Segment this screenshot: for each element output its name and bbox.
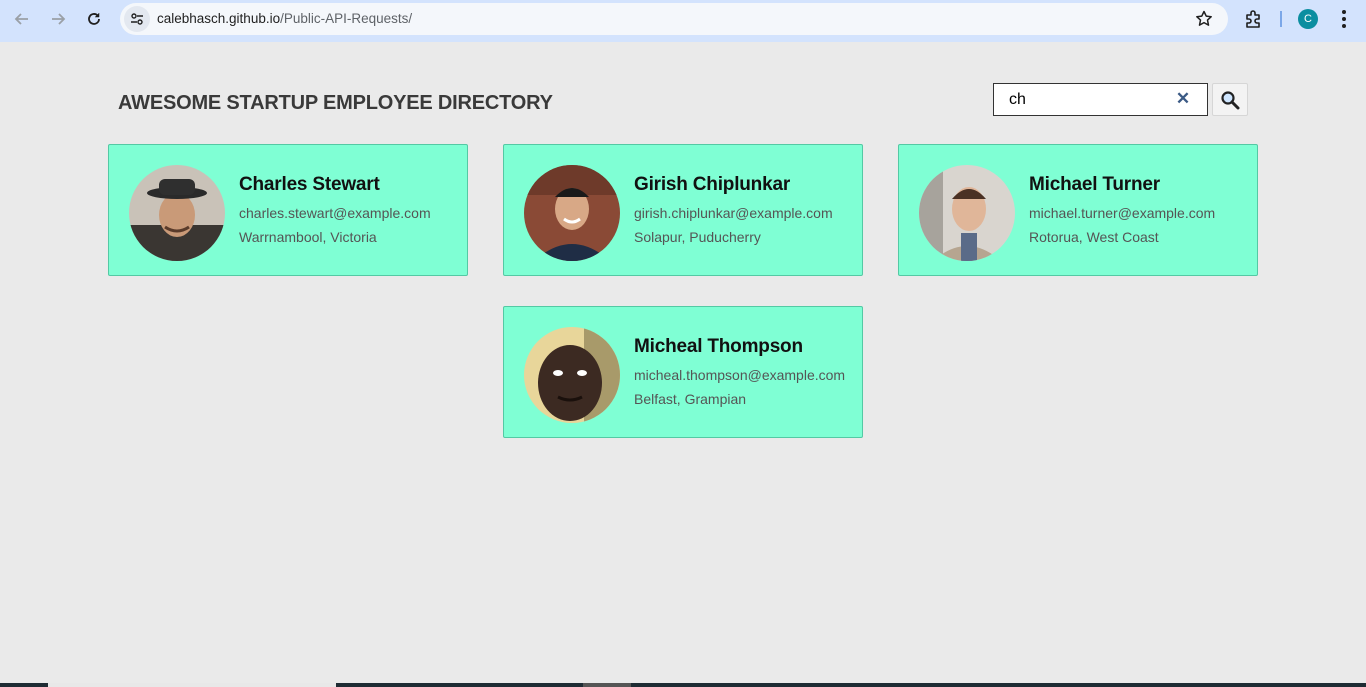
avatar xyxy=(919,165,1015,261)
search-button[interactable] xyxy=(1212,83,1248,116)
address-bar[interactable]: calebhasch.github.io/Public-API-Requests… xyxy=(120,3,1228,35)
employee-email: michael.turner@example.com xyxy=(1029,205,1216,221)
back-button[interactable] xyxy=(10,7,34,31)
clear-search-icon[interactable]: ✕ xyxy=(1175,90,1191,108)
avatar xyxy=(524,165,620,261)
employee-name: Charles Stewart xyxy=(239,174,380,195)
avatar xyxy=(129,165,225,261)
employee-email: micheal.thompson@example.com xyxy=(634,367,846,383)
employee-card[interactable]: Micheal Thompson micheal.thompson@exampl… xyxy=(503,306,863,438)
page-title: AWESOME STARTUP EMPLOYEE DIRECTORY xyxy=(118,92,553,114)
employee-card[interactable]: Michael Turner michael.turner@example.co… xyxy=(898,144,1258,276)
profile-avatar[interactable]: C xyxy=(1298,9,1318,29)
browser-toolbar: calebhasch.github.io/Public-API-Requests… xyxy=(0,0,1366,42)
employee-card[interactable]: Charles Stewart charles.stewart@example.… xyxy=(108,144,468,276)
employee-name: Michael Turner xyxy=(1029,174,1160,195)
forward-button[interactable] xyxy=(46,7,70,31)
url-host: calebhasch.github.io xyxy=(157,11,281,26)
extensions-puzzle-icon[interactable] xyxy=(1243,8,1265,30)
employee-name: Micheal Thompson xyxy=(634,336,803,357)
url-path: /Public-API-Requests/ xyxy=(280,11,413,26)
employee-email: girish.chiplunkar@example.com xyxy=(634,205,833,221)
magnifier-icon xyxy=(1221,90,1240,109)
reload-icon xyxy=(88,13,100,25)
bookmark-star-icon[interactable] xyxy=(1194,9,1214,29)
arrow-right-icon xyxy=(52,13,66,25)
employee-location: Warrnambool, Victoria xyxy=(239,229,377,245)
employee-name: Girish Chiplunkar xyxy=(634,174,791,195)
tune-icon xyxy=(131,13,143,25)
employee-email: charles.stewart@example.com xyxy=(239,205,431,221)
employee-location: Solapur, Puducherry xyxy=(634,229,761,245)
taskbar-strip xyxy=(0,683,1366,687)
browser-menu-icon[interactable] xyxy=(1334,8,1354,30)
arrow-left-icon xyxy=(14,13,28,25)
url-text[interactable]: calebhasch.github.io/Public-API-Requests… xyxy=(157,11,412,26)
avatar xyxy=(524,327,620,423)
toolbar-divider xyxy=(1280,11,1282,27)
employee-location: Belfast, Grampian xyxy=(634,391,747,407)
site-info-button[interactable] xyxy=(124,6,150,32)
employee-location: Rotorua, West Coast xyxy=(1029,229,1159,245)
employee-card[interactable]: Girish Chiplunkar girish.chiplunkar@exam… xyxy=(503,144,863,276)
reload-button[interactable] xyxy=(82,7,106,31)
